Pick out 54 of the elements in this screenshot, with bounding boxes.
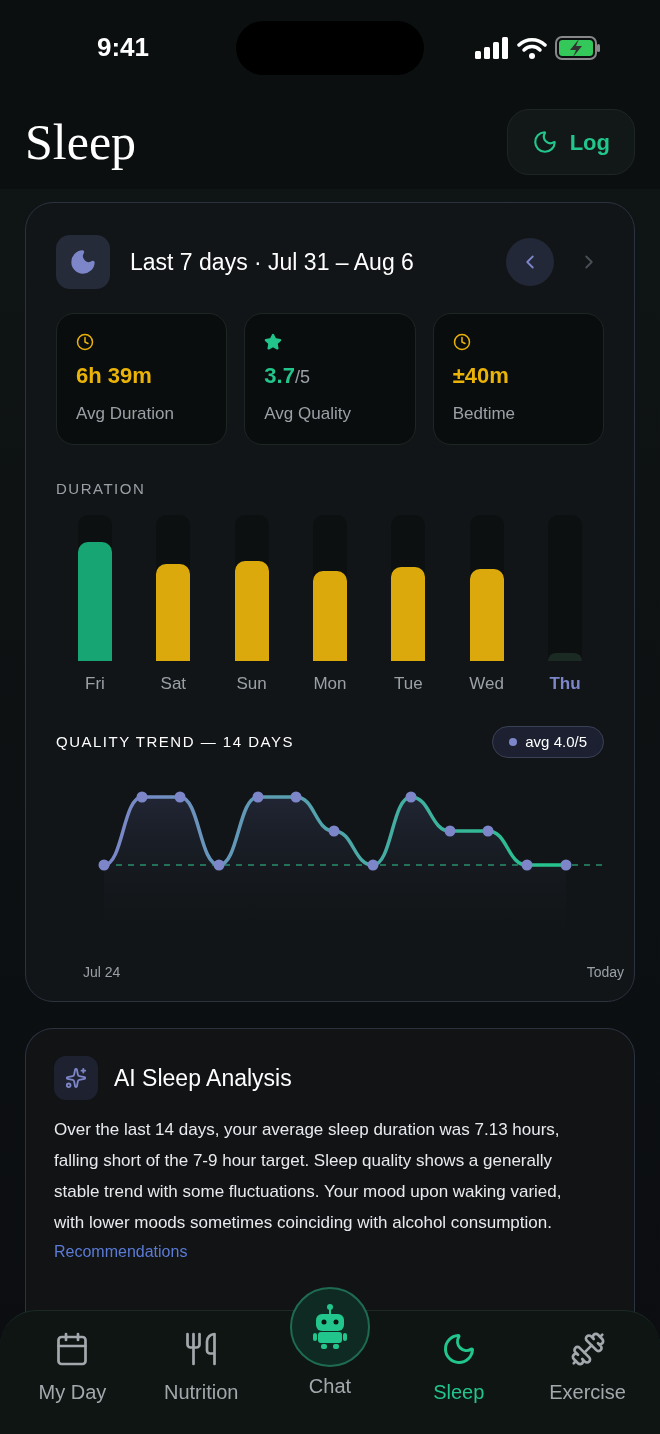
day-label: Sun xyxy=(236,672,267,695)
analysis-text: Over the last 14 days, your average sleep duration was 7.13 hours, falling short of the 7-9 hour target. Sleep quality shows a generally stable trend with some fluctuations. Your mood upon waking varied, with lower moods sometimes coinciding with alcohol consumption. xyxy=(54,1119,563,1234)
data-point xyxy=(560,859,572,871)
day-label: Wed xyxy=(469,672,504,695)
section-title: DURATION xyxy=(56,479,147,499)
nav-tab[interactable]: Nutrition xyxy=(141,1331,262,1407)
data-point xyxy=(521,859,533,871)
star-icon xyxy=(264,333,283,351)
stat-label: Avg Duration xyxy=(76,403,174,425)
moon-icon xyxy=(531,129,558,155)
clock-icon xyxy=(452,333,471,351)
day-label: Sat xyxy=(160,672,187,695)
moon-icon xyxy=(56,235,110,289)
data-point xyxy=(482,825,494,837)
stat-label: Avg Quality xyxy=(264,403,351,425)
average-badge: avg 4.0/5 xyxy=(492,726,604,758)
stat-value: 3.7/5 xyxy=(264,365,310,387)
data-point xyxy=(367,859,379,871)
signal-icon xyxy=(475,36,509,59)
day-label: Mon xyxy=(313,672,347,695)
nav-tab[interactable]: Chat xyxy=(270,1287,390,1401)
log-button[interactable]: Log xyxy=(506,109,635,175)
nav-tab[interactable]: Sleep xyxy=(398,1331,519,1407)
data-point xyxy=(328,825,340,837)
day-label: Tue xyxy=(393,672,423,695)
data-point xyxy=(444,825,456,837)
battery-icon xyxy=(555,35,601,60)
previous-button[interactable] xyxy=(506,238,554,286)
data-point xyxy=(405,791,417,803)
day-label: Fri xyxy=(85,672,105,695)
axis-label: Today xyxy=(586,963,624,982)
section-title: QUALITY TREND — 14 DAYS xyxy=(56,731,294,752)
wifi-icon xyxy=(517,36,547,59)
date-range: Last 7 days · Jul 31 – Aug 6 xyxy=(130,247,415,277)
nav-tab[interactable]: Exercise xyxy=(527,1331,648,1407)
recommendations-link[interactable]: Recommendations xyxy=(54,1240,606,1264)
axis-label: Jul 24 xyxy=(83,963,121,982)
robot-icon xyxy=(310,1303,350,1351)
sparkles-icon xyxy=(54,1056,98,1100)
data-point xyxy=(290,791,302,803)
day-label: Thu xyxy=(549,672,581,695)
stat-value: ±40m xyxy=(452,365,509,387)
stat-value: 6h 39m xyxy=(76,365,152,387)
status-time: 9:41 xyxy=(97,31,150,64)
clock-icon xyxy=(76,333,94,351)
analysis-title: AI Sleep Analysis xyxy=(114,1063,292,1093)
data-point xyxy=(252,791,264,803)
data-point xyxy=(213,859,225,871)
stat-label: Bedtime xyxy=(452,403,516,425)
data-point xyxy=(136,791,148,803)
dumbbell-icon xyxy=(569,1331,606,1367)
nav-tab[interactable]: My Day xyxy=(12,1331,133,1407)
data-point xyxy=(174,791,186,803)
data-point xyxy=(98,859,110,871)
